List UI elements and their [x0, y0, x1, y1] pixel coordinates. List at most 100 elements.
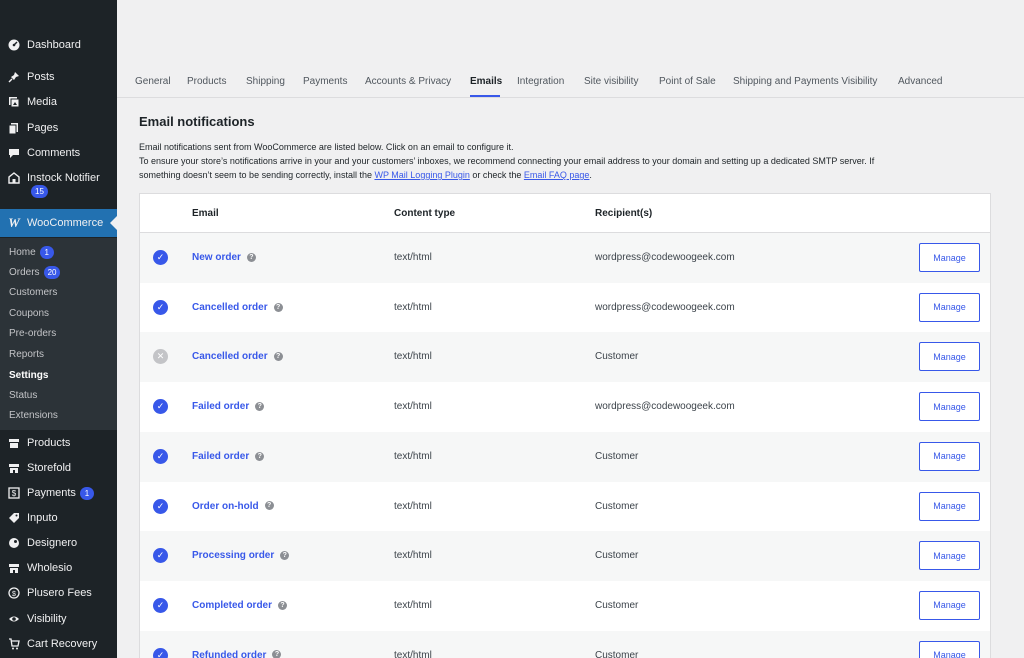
content-type: text/html	[394, 599, 432, 611]
menu-dashboard[interactable]: Dashboard	[0, 37, 117, 53]
menu-label: Wholesio	[27, 562, 73, 574]
enabled-check-icon: ✓	[153, 647, 168, 658]
tab-general[interactable]: General	[135, 76, 171, 87]
manage-button[interactable]: Manage	[919, 342, 980, 372]
submenu-label: Extensions	[9, 410, 58, 421]
content-type: text/html	[394, 649, 432, 658]
submenu-label: Settings	[9, 370, 49, 381]
svg-text:$: $	[12, 489, 17, 498]
submenu-coupons[interactable]: Coupons	[9, 308, 49, 319]
menu-visibility[interactable]: Visibility	[0, 611, 117, 627]
eye-icon	[7, 612, 21, 626]
description-line-3: something doesn’t seem to be sending cor…	[139, 170, 592, 180]
manage-button[interactable]: Manage	[919, 292, 980, 322]
tab-products[interactable]: Products	[187, 76, 226, 87]
media-icon	[7, 95, 21, 109]
menu-products[interactable]: Products	[0, 435, 117, 451]
submenu-label: Pre-orders	[9, 328, 57, 339]
manage-button[interactable]: Manage	[919, 541, 980, 571]
enabled-check-icon: ✓	[153, 250, 168, 265]
palette-icon	[7, 536, 21, 550]
help-icon[interactable]: ?	[255, 401, 265, 411]
menu-label: Pages	[27, 122, 59, 134]
submenu-status[interactable]: Status	[9, 390, 37, 401]
menu-label: Visibility	[27, 613, 67, 625]
email-name-link[interactable]: Cancelled order?	[192, 302, 283, 313]
help-icon[interactable]: ?	[278, 600, 288, 610]
email-name-link[interactable]: Failed order?	[192, 451, 265, 462]
comment-icon	[7, 146, 21, 160]
help-icon[interactable]: ?	[273, 302, 283, 312]
email-name-link[interactable]: Cancelled order?	[192, 351, 283, 362]
menu-woocommerce[interactable]: W WooCommerce	[0, 209, 117, 237]
store-icon	[7, 561, 21, 575]
tab-payments[interactable]: Payments	[303, 76, 347, 87]
manage-button[interactable]: Manage	[919, 441, 980, 471]
menu-storefold[interactable]: Storefold	[0, 460, 117, 476]
woo-icon: W	[8, 215, 20, 230]
tab-site-visibility[interactable]: Site visibility	[584, 76, 638, 87]
recipient: Customer	[595, 649, 639, 658]
help-icon[interactable]: ?	[246, 252, 256, 262]
submenu-settings[interactable]: Settings	[9, 370, 48, 381]
tab-shipping-payments-visibility[interactable]: Shipping and Payments Visibility	[733, 76, 877, 87]
email-name-link[interactable]: Refunded order?	[192, 650, 282, 658]
pin-icon	[7, 70, 21, 84]
content-type: text/html	[394, 500, 432, 512]
submenu-pre-orders[interactable]: Pre-orders	[9, 328, 56, 339]
table-row: ✓ New order? text/html wordpress@codewoogee…	[140, 233, 990, 283]
help-icon[interactable]: ?	[272, 650, 282, 658]
tab-accounts-privacy[interactable]: Accounts & Privacy	[365, 76, 451, 87]
enabled-check-icon: ✓	[153, 448, 168, 464]
tab-advanced[interactable]: Advanced	[898, 76, 942, 87]
payments-count-badge: 1	[79, 486, 94, 500]
help-icon[interactable]: ?	[280, 551, 290, 561]
wp-mail-logging-link[interactable]: WP Mail Logging Plugin	[374, 170, 469, 180]
help-icon[interactable]: ?	[273, 352, 283, 362]
menu-cart-recovery[interactable]: Cart Recovery	[0, 636, 117, 652]
menu-wholesio[interactable]: Wholesio	[0, 560, 117, 576]
manage-button[interactable]: Manage	[919, 491, 980, 521]
submenu-orders[interactable]: Orders 20	[9, 266, 61, 279]
email-faq-link[interactable]: Email FAQ page	[524, 170, 590, 180]
manage-button[interactable]: Manage	[919, 640, 980, 658]
email-name-link[interactable]: Processing order?	[192, 550, 290, 561]
manage-button[interactable]: Manage	[919, 590, 980, 620]
email-name-link[interactable]: Failed order?	[192, 401, 265, 412]
menu-label: Comments	[27, 147, 81, 159]
tab-integration[interactable]: Integration	[517, 76, 564, 87]
menu-media[interactable]: Media	[0, 94, 117, 110]
manage-button[interactable]: Manage	[919, 243, 980, 272]
tab-emails[interactable]: Emails	[470, 76, 502, 87]
content-type: text/html	[394, 550, 432, 562]
menu-inputo[interactable]: Inputo	[0, 510, 117, 526]
recipient: Customer	[595, 500, 639, 512]
tab-point-of-sale[interactable]: Point of Sale	[659, 76, 716, 87]
header-recipients: Recipient(s)	[595, 208, 653, 219]
submenu-customers[interactable]: Customers	[9, 287, 57, 298]
menu-comments[interactable]: Comments	[0, 145, 117, 161]
submenu-reports[interactable]: Reports	[9, 349, 44, 360]
recipient: wordpress@codewoogeek.com	[595, 252, 735, 263]
coin-icon: $	[7, 586, 21, 600]
menu-posts[interactable]: Posts	[0, 69, 117, 85]
submenu-extensions[interactable]: Extensions	[9, 410, 58, 421]
store-icon	[7, 461, 21, 475]
table-row: ✓ Order on-hold? text/html Customer Manage	[140, 482, 990, 532]
menu-designero[interactable]: Designero	[0, 535, 117, 551]
menu-pages[interactable]: Pages	[0, 120, 117, 136]
help-icon[interactable]: ?	[255, 451, 265, 461]
email-name-link[interactable]: Order on-hold?	[192, 501, 274, 512]
menu-payments[interactable]: $ Payments 1	[0, 485, 117, 501]
menu-instock-notifier[interactable]: Instock Notifier	[0, 170, 117, 186]
email-name-link[interactable]: New order?	[192, 252, 256, 263]
help-icon[interactable]: ?	[264, 501, 274, 511]
menu-plusero-fees[interactable]: $ Plusero Fees	[0, 585, 117, 601]
tab-shipping[interactable]: Shipping	[246, 76, 285, 87]
submenu-label: Status	[9, 390, 38, 401]
manage-button[interactable]: Manage	[919, 392, 980, 422]
email-name-link[interactable]: Completed order?	[192, 600, 288, 611]
submenu-home[interactable]: Home 1	[9, 246, 54, 259]
settings-tabs: General Products Shipping Payments Accou…	[117, 0, 1024, 98]
header-email: Email	[192, 208, 219, 219]
